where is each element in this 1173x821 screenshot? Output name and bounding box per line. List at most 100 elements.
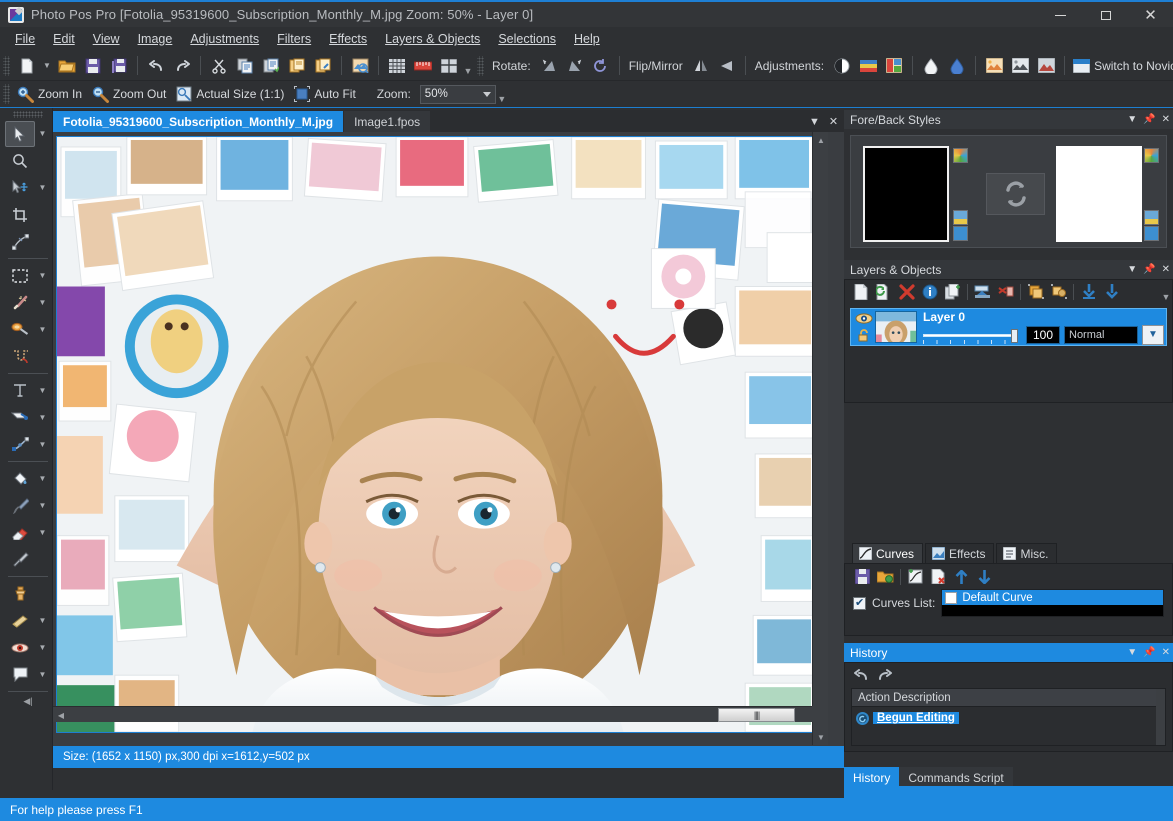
flip-horizontal-icon[interactable] <box>714 54 740 78</box>
merge-down-icon[interactable] <box>971 281 994 302</box>
history-item[interactable]: Begun Editing <box>852 709 1165 727</box>
save-curve-icon[interactable] <box>851 566 874 587</box>
pointer-select-icon[interactable] <box>5 121 35 147</box>
comment-dropdown-icon[interactable]: ▼ <box>35 662 50 688</box>
image-info-icon[interactable] <box>347 54 373 78</box>
curves-list[interactable]: Default Curve <box>941 589 1164 617</box>
menu-edit[interactable]: Edit <box>44 29 84 49</box>
history-list[interactable]: Action Description Begun Editing <box>851 688 1166 746</box>
close-icon[interactable]: ✕ <box>825 113 842 130</box>
close-icon[interactable]: ✕ <box>1162 264 1170 275</box>
switch-to-novice-interface-button[interactable]: Switch to Novice Interface <box>1070 55 1173 77</box>
blend-mode-dropdown-icon[interactable]: ▼ <box>1142 325 1164 345</box>
scroll-down-arrow-icon[interactable]: ▼ <box>813 729 828 745</box>
close-icon[interactable]: ✕ <box>1162 114 1170 125</box>
text-tool-dropdown-icon[interactable]: ▼ <box>35 378 50 404</box>
history-scrollbar[interactable] <box>1156 689 1165 745</box>
layer-opacity-value[interactable]: 100 <box>1026 326 1060 344</box>
texture-picker-icon[interactable] <box>1144 226 1159 241</box>
rotate-free-icon[interactable] <box>588 54 614 78</box>
new-layer-icon[interactable] <box>849 281 872 302</box>
document-tab-fotolia[interactable]: Fotolia_95319600_Subscription_Monthly_M.… <box>53 111 343 132</box>
magic-wand-dropdown-icon[interactable]: ▼ <box>35 290 50 316</box>
tab-effects[interactable]: Effects <box>925 543 994 563</box>
gradient-picker-icon[interactable] <box>953 148 968 163</box>
redo-icon[interactable] <box>876 668 893 682</box>
levels-icon[interactable] <box>881 54 907 78</box>
undo-icon[interactable] <box>143 54 169 78</box>
layer-properties-icon[interactable] <box>918 281 941 302</box>
paint-bucket-icon[interactable] <box>5 466 35 492</box>
copy-layer-icon[interactable] <box>941 281 964 302</box>
menu-view[interactable]: View <box>84 29 129 49</box>
ruler-icon[interactable] <box>410 54 436 78</box>
open-folder-icon[interactable] <box>54 54 80 78</box>
brush-tool-dropdown-icon[interactable]: ▼ <box>35 493 50 519</box>
pin-icon[interactable]: 📌 <box>1143 114 1155 125</box>
paste-into-icon[interactable] <box>284 54 310 78</box>
sharpen-icon[interactable] <box>918 54 944 78</box>
tab-misc[interactable]: Misc. <box>996 543 1057 563</box>
rotate-left-icon[interactable] <box>536 54 562 78</box>
copy-icon[interactable] <box>232 54 258 78</box>
pattern-picker-icon[interactable] <box>1144 210 1159 225</box>
save-as-icon[interactable] <box>106 54 132 78</box>
auto-levels-icon[interactable] <box>1007 54 1033 78</box>
menu-image[interactable]: Image <box>129 29 182 49</box>
menu-selections[interactable]: Selections <box>489 29 565 49</box>
eyedropper-icon[interactable] <box>5 547 35 573</box>
menu-filters[interactable]: Filters <box>268 29 320 49</box>
move-layer-down-icon[interactable] <box>1077 281 1100 302</box>
rotate-right-icon[interactable] <box>562 54 588 78</box>
auto-color-icon[interactable] <box>1033 54 1059 78</box>
redo-icon[interactable] <box>169 54 195 78</box>
scroll-up-arrow-icon[interactable]: ▲ <box>813 132 828 148</box>
cut-icon[interactable] <box>206 54 232 78</box>
toolbar-overflow-icon[interactable]: ▼ <box>462 54 474 78</box>
zoom-toolbar-grip[interactable] <box>3 84 10 104</box>
tools-palette-grip[interactable] <box>13 111 43 118</box>
chevron-down-icon[interactable]: ▼ <box>806 113 823 130</box>
move-layer-bottom-icon[interactable] <box>1100 281 1123 302</box>
actual-size-button[interactable]: Actual Size (1:1) <box>173 83 291 105</box>
eye-icon[interactable] <box>855 313 873 324</box>
pin-icon[interactable]: 📌 <box>1143 647 1155 658</box>
zoom-in-button[interactable]: Zoom In <box>14 83 89 105</box>
minimize-button[interactable] <box>1038 2 1083 29</box>
layer-row[interactable]: Layer 0 100 Normal ▼ <box>850 308 1167 346</box>
auto-fit-button[interactable]: Auto Fit <box>291 83 362 105</box>
grid-icon[interactable] <box>384 54 410 78</box>
move-tool-dropdown-icon[interactable]: ▼ <box>35 175 50 201</box>
magnetic-lasso-icon[interactable] <box>5 344 35 370</box>
layer-opacity-slider[interactable] <box>923 329 1018 343</box>
guides-icon[interactable] <box>436 54 462 78</box>
magic-wand-icon[interactable] <box>5 290 35 316</box>
magnifier-zoom-icon[interactable] <box>5 148 35 174</box>
crop-tool-icon[interactable] <box>5 202 35 228</box>
move-curve-up-icon[interactable] <box>950 566 973 587</box>
transform-node-icon[interactable] <box>5 229 35 255</box>
lasso-dropdown-icon[interactable]: ▼ <box>35 317 50 343</box>
paste-icon[interactable] <box>258 54 284 78</box>
layer-thumbnail[interactable] <box>875 311 917 343</box>
layers-list[interactable]: Layer 0 100 Normal ▼ <box>844 303 1173 403</box>
pattern-picker-icon[interactable] <box>953 210 968 225</box>
overflow-chevron-icon[interactable]: ▼ <box>1160 280 1172 304</box>
new-file-dropdown-icon[interactable]: ▼ <box>40 55 54 77</box>
chevron-down-icon[interactable]: ▼ <box>1127 647 1137 658</box>
comment-tool-icon[interactable] <box>5 662 35 688</box>
chevron-down-icon[interactable] <box>483 92 491 97</box>
curves-list-checkbox[interactable] <box>853 597 866 610</box>
flatten-icon[interactable] <box>994 281 1017 302</box>
add-curve-icon[interactable] <box>904 566 927 587</box>
curves-list-item[interactable]: Default Curve <box>942 590 1163 605</box>
red-eye-icon[interactable] <box>5 635 35 661</box>
open-curve-icon[interactable] <box>874 566 897 587</box>
menu-file[interactable]: File <box>6 29 44 49</box>
new-file-icon[interactable] <box>14 54 40 78</box>
canvas-viewport[interactable]: ▲ ▼ ◀ |||| ▶ <box>53 132 828 745</box>
maximize-button[interactable] <box>1083 2 1128 29</box>
pointer-tool-dropdown-icon[interactable]: ▼ <box>35 121 50 147</box>
brightness-contrast-icon[interactable] <box>829 54 855 78</box>
delete-layer-icon[interactable] <box>895 281 918 302</box>
